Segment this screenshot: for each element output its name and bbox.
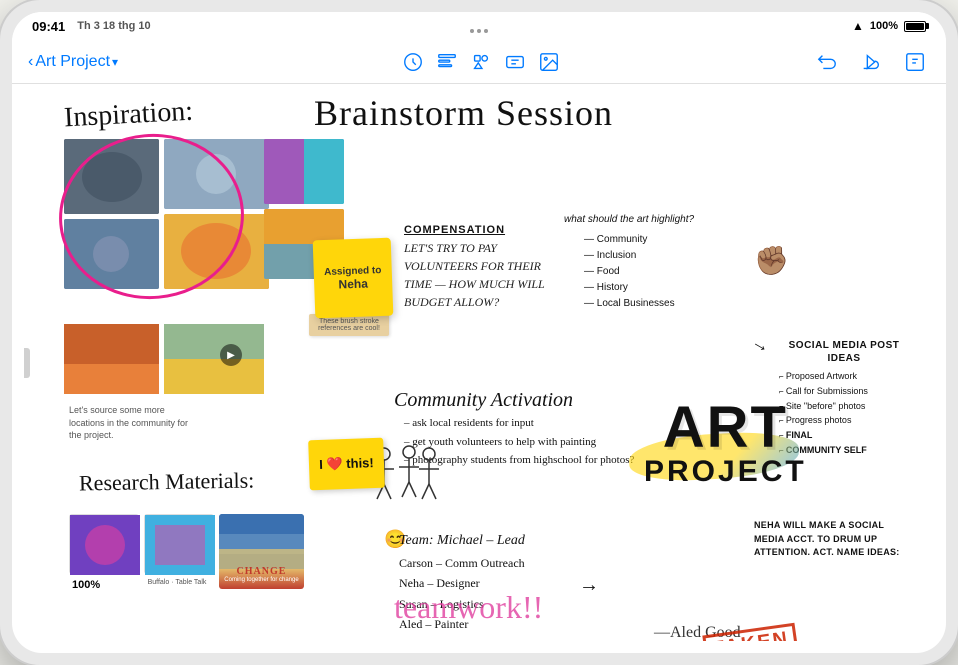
inspiration-title: Inspiration: [63, 96, 194, 135]
thumbnail-1 [69, 514, 139, 574]
compensation-text: LET'S TRY TO PAY VOLUNTEERS FOR THEIR TI… [404, 239, 559, 311]
highlight-item: History [584, 280, 675, 296]
toolbar-right [812, 47, 930, 77]
project-text: PROJECT [644, 457, 807, 487]
research-title: Research Materials: [79, 467, 255, 496]
change-image: CHANGE Coming together for change [219, 514, 304, 589]
status-bar: 09:41 Th 3 18 thg 10 ▲ 100% [12, 12, 946, 40]
highlight-item: Food [584, 264, 675, 280]
side-handle [24, 348, 30, 378]
screen: 09:41 Th 3 18 thg 10 ▲ 100% ‹ Art Projec… [12, 12, 946, 653]
social-media-title: SOCIAL MEDIA POST IDEAS [779, 339, 909, 365]
back-label: Art Project [35, 53, 110, 71]
arrow-decoration: → [748, 331, 774, 358]
bottom-pink-text: teamwork!! [394, 589, 543, 626]
photo-3 [264, 139, 344, 204]
art-project-text: ART PROJECT [644, 399, 807, 487]
compensation-title: COMPENSATION [404, 224, 559, 236]
highlight-list: Community Inclusion Food History Local B… [584, 232, 675, 312]
tool-image-button[interactable] [534, 47, 564, 77]
sticky-1-line2: Neha [338, 276, 368, 291]
title-chevron: ▾ [112, 55, 118, 69]
play-button[interactable]: ▶ [220, 344, 242, 366]
time: 09:41 [32, 19, 65, 34]
social-list-item: Proposed Artwork [779, 369, 909, 384]
change-label: CHANGE [224, 566, 298, 577]
team-member: Carson – Comm Outreach [399, 553, 525, 573]
device-frame: 09:41 Th 3 18 thg 10 ▲ 100% ‹ Art Projec… [0, 0, 958, 665]
status-right: ▲ 100% [852, 19, 926, 33]
highlight-question: what should the art highlight? [564, 214, 694, 225]
sticky-assigned-neha[interactable]: Assigned to Neha [313, 238, 394, 319]
tool-draw-button[interactable] [398, 47, 428, 77]
status-left: 09:41 Th 3 18 thg 10 [32, 19, 151, 34]
canvas: Inspiration: Brainstorm Session [24, 84, 934, 641]
photo-7 [64, 324, 159, 394]
wifi-icon: ▲ [852, 19, 864, 33]
community-item: ask local residents for input [404, 414, 634, 433]
arrow-team: → [579, 574, 599, 597]
tool-text-button[interactable] [432, 47, 462, 77]
team-label: Team: Michael – Lead [399, 529, 525, 553]
tool-shapes-button[interactable] [466, 47, 496, 77]
photo-collage [64, 139, 274, 324]
thumbnail-2 [144, 514, 214, 574]
highlight-item: Inclusion [584, 248, 675, 264]
source-caption: Let's source some more locations in the … [69, 404, 189, 442]
tool-textbox-button[interactable] [500, 47, 530, 77]
art-text: ART [644, 399, 807, 457]
edit-button[interactable] [900, 47, 930, 77]
share-button[interactable] [856, 47, 886, 77]
highlight-item: Local Businesses [584, 296, 675, 312]
photo-5 [164, 214, 269, 289]
love-sticky[interactable]: I ❤️ this! [308, 438, 385, 491]
change-sublabel: Coming together for change [224, 577, 298, 583]
undo-button[interactable] [812, 47, 842, 77]
compensation-box: COMPENSATION LET'S TRY TO PAY VOLUNTEERS… [404, 224, 559, 311]
highlight-item: Community [584, 232, 675, 248]
photo-4 [64, 219, 159, 289]
photo-1 [64, 139, 159, 214]
back-chevron: ‹ [28, 53, 33, 71]
community-title: Community Activation [394, 389, 573, 412]
social-list-item: Call for Submissions [779, 384, 909, 399]
photo-2 [164, 139, 269, 209]
battery-icon [904, 21, 926, 32]
signal-strength: 100% [870, 20, 898, 32]
toolbar-center [394, 47, 564, 77]
toolbar: ‹ Art Project ▾ [12, 40, 946, 84]
photo-8 [164, 324, 264, 394]
fist-emoji: ✊🏽 [754, 244, 789, 277]
brainstorm-title: Brainstorm Session [314, 92, 613, 134]
date: Th 3 18 thg 10 [77, 20, 150, 32]
thumb-label-2: Buffalo · Table Talk [142, 579, 212, 586]
zoom-percent: 100% [72, 579, 100, 591]
back-button[interactable]: ‹ Art Project ▾ [28, 53, 118, 71]
neha-text: NEHA WILL MAKE A SOCIAL MEDIA ACCT. TO D… [754, 519, 909, 560]
